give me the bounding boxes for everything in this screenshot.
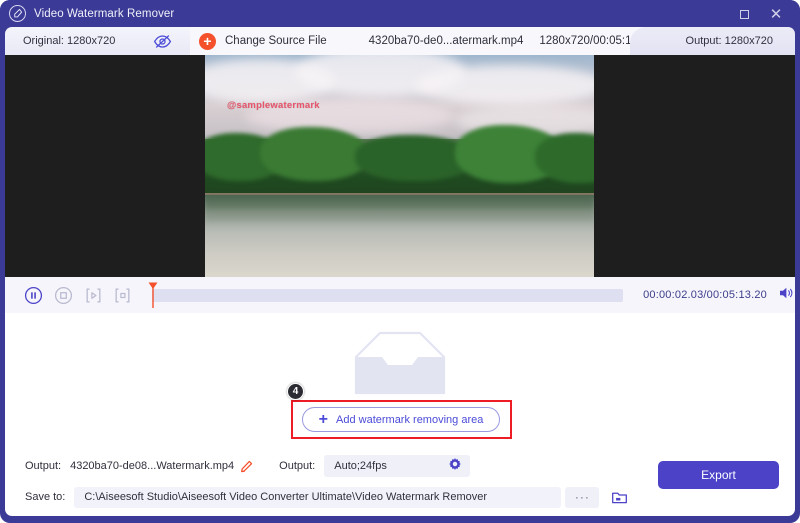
gear-icon[interactable] (448, 457, 462, 476)
save-to-label: Save to: (25, 491, 65, 503)
step-badge: 4 (287, 383, 304, 400)
video-preview-area[interactable]: @samplewatermark (5, 55, 795, 277)
save-to-path-input[interactable]: C:\Aiseesoft Studio\Aiseesoft Video Conv… (74, 487, 561, 508)
output-format-value: Auto;24fps (334, 460, 387, 472)
app-title: Video Watermark Remover (34, 8, 174, 20)
app-window: Video Watermark Remover ✕ Original: 1280… (0, 0, 800, 523)
timeline-scrubber[interactable] (152, 289, 623, 302)
set-start-point-icon[interactable] (82, 284, 104, 306)
plus-circle-icon[interactable]: + (199, 33, 216, 50)
maximize-icon[interactable] (734, 4, 754, 24)
stop-icon[interactable] (53, 284, 75, 306)
source-file-meta: 1280x720/00:05:13 (539, 35, 637, 47)
video-foliage (260, 127, 370, 181)
maximize-glyph (740, 10, 749, 19)
output-filename-value: 4320ba70-de08...Watermark.mp4 (70, 460, 234, 472)
output-filename-label: Output: (25, 460, 61, 472)
output-row: Output: 4320ba70-de08...Watermark.mp4 Ou… (5, 453, 795, 479)
video-frame: @samplewatermark (205, 55, 594, 277)
video-water-reflection (205, 195, 594, 211)
set-end-point-icon[interactable] (112, 284, 134, 306)
eye-off-icon[interactable] (153, 32, 172, 51)
output-format-label: Output: (279, 460, 315, 472)
output-format-select[interactable]: Auto;24fps (324, 455, 470, 477)
title-bar: Video Watermark Remover ✕ (0, 0, 800, 27)
source-file-name: 4320ba70-de0...atermark.mp4 (369, 35, 524, 47)
timeline-track[interactable] (152, 289, 623, 302)
save-to-path-value: C:\Aiseesoft Studio\Aiseesoft Video Conv… (84, 491, 487, 503)
add-watermark-removing-area-button[interactable]: + Add watermark removing area (302, 407, 500, 432)
add-area-label: Add watermark removing area (336, 414, 483, 426)
change-source-file-button[interactable]: Change Source File (225, 35, 327, 47)
output-resolution-label: Output: 1280x720 (686, 35, 773, 47)
empty-inbox-icon (348, 327, 452, 400)
more-options-icon[interactable]: ··· (565, 487, 599, 508)
transport-bar: 00:00:02.03/00:05:13.20 (5, 277, 795, 313)
video-cloud (415, 65, 594, 105)
pause-icon[interactable] (23, 284, 45, 306)
plus-icon: + (319, 412, 328, 428)
open-folder-icon[interactable] (611, 489, 628, 506)
change-source-bar: + Change Source File 4320ba70-de0...ater… (190, 27, 650, 55)
video-water-reflection (205, 211, 594, 221)
time-display: 00:00:02.03/00:05:13.20 (643, 289, 767, 301)
video-watermark-text: @samplewatermark (227, 100, 320, 111)
watermark-brush-icon (9, 5, 26, 22)
close-icon[interactable]: ✕ (766, 4, 786, 24)
volume-icon[interactable] (777, 284, 795, 307)
save-to-row: Save to: C:\Aiseesoft Studio\Aiseesoft V… (5, 484, 795, 510)
playhead-marker-icon[interactable] (148, 282, 158, 309)
pencil-edit-icon[interactable] (240, 460, 253, 473)
output-settings-panel: Output: 4320ba70-de08...Watermark.mp4 Ou… (5, 448, 795, 516)
source-bar: Original: 1280x720 + Change Source File … (5, 27, 795, 55)
original-resolution-label: Original: 1280x720 (23, 35, 115, 47)
tab-output-preview[interactable]: Output: 1280x720 (630, 27, 795, 55)
